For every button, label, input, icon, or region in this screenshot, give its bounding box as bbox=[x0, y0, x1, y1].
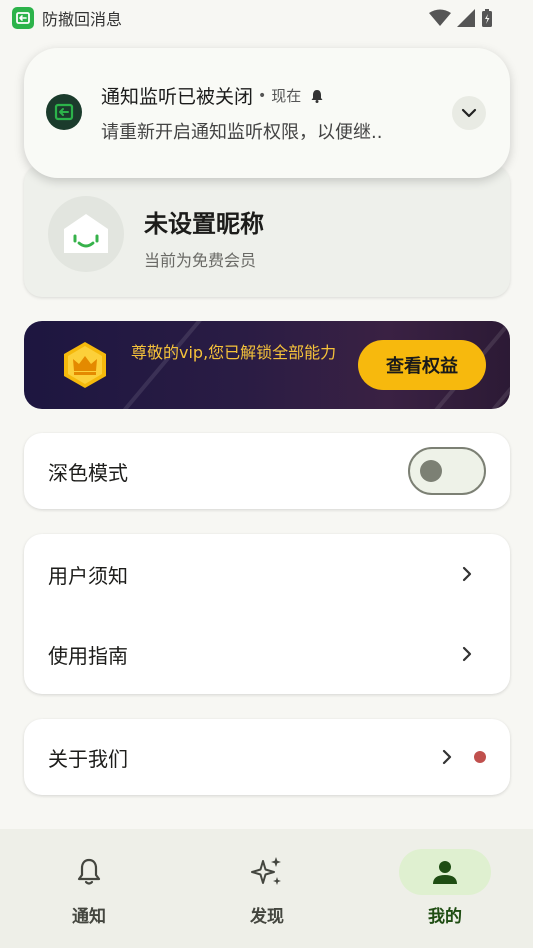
profile-name: 未设置昵称 bbox=[144, 210, 264, 238]
view-benefits-button[interactable]: 查看权益 bbox=[358, 340, 486, 390]
crown-icon bbox=[62, 341, 108, 389]
notification-body: 请重新开启通知监听权限，以便继.. bbox=[101, 122, 383, 143]
vip-banner[interactable]: 尊敬的vip,您已解锁全部能力 查看权益 bbox=[24, 321, 510, 409]
nav-item-mine[interactable]: 我的 bbox=[356, 829, 533, 948]
info-links-card: 用户须知 使用指南 bbox=[24, 534, 510, 694]
chevron-down-icon[interactable] bbox=[452, 96, 486, 130]
profile-card[interactable]: 未设置昵称 当前为免费会员 bbox=[24, 165, 510, 297]
about-label: 关于我们 bbox=[48, 746, 128, 771]
nav-label: 我的 bbox=[428, 907, 462, 927]
guide-label: 使用指南 bbox=[48, 643, 128, 668]
notification-separator: • bbox=[258, 87, 267, 104]
banner-streak bbox=[98, 321, 230, 409]
dark-mode-row: 深色模式 bbox=[24, 433, 510, 509]
dark-mode-toggle[interactable] bbox=[408, 447, 486, 495]
sparkle-icon bbox=[221, 849, 313, 895]
recall-app-icon bbox=[12, 7, 34, 29]
chevron-right-icon bbox=[462, 566, 472, 582]
toggle-knob bbox=[420, 460, 442, 482]
dark-mode-label: 深色模式 bbox=[48, 460, 128, 485]
chevron-right-icon bbox=[462, 646, 472, 662]
nav-label: 通知 bbox=[72, 907, 106, 927]
nav-item-discover[interactable]: 发现 bbox=[178, 829, 356, 948]
about-card: 关于我们 bbox=[24, 719, 510, 795]
signal-icon bbox=[457, 9, 475, 31]
person-icon bbox=[399, 849, 491, 895]
battery-icon bbox=[481, 8, 493, 32]
unread-dot bbox=[474, 751, 486, 763]
chevron-right-icon bbox=[442, 749, 452, 765]
avatar[interactable] bbox=[48, 196, 124, 272]
user-notice-label: 用户须知 bbox=[48, 563, 128, 588]
bell-icon bbox=[43, 849, 135, 895]
status-bar: 防撤回消息 bbox=[0, 0, 533, 36]
nav-item-notifications[interactable]: 通知 bbox=[0, 829, 178, 948]
bottom-nav: 通知 发现 我的 bbox=[0, 829, 533, 948]
dark-mode-card: 深色模式 bbox=[24, 433, 510, 509]
notification-card[interactable]: 通知监听已被关闭 • 现在 请重新开启通知监听权限，以便继.. bbox=[24, 48, 510, 178]
notification-title: 通知监听已被关闭 bbox=[101, 86, 254, 108]
wifi-icon bbox=[429, 9, 451, 31]
vip-message: 尊敬的vip,您已解锁全部能力 bbox=[131, 343, 337, 362]
user-notice-row[interactable]: 用户须知 bbox=[24, 534, 510, 614]
notification-time: 现在 bbox=[271, 87, 302, 105]
notification-header: 通知监听已被关闭 • 现在 bbox=[101, 82, 325, 109]
nav-label: 发现 bbox=[250, 907, 284, 927]
membership-status: 当前为免费会员 bbox=[144, 251, 257, 270]
app-icon bbox=[46, 94, 82, 130]
bell-icon bbox=[309, 88, 325, 104]
guide-row[interactable]: 使用指南 bbox=[24, 614, 510, 694]
about-row[interactable]: 关于我们 bbox=[24, 719, 510, 795]
status-app-name: 防撤回消息 bbox=[42, 10, 123, 29]
